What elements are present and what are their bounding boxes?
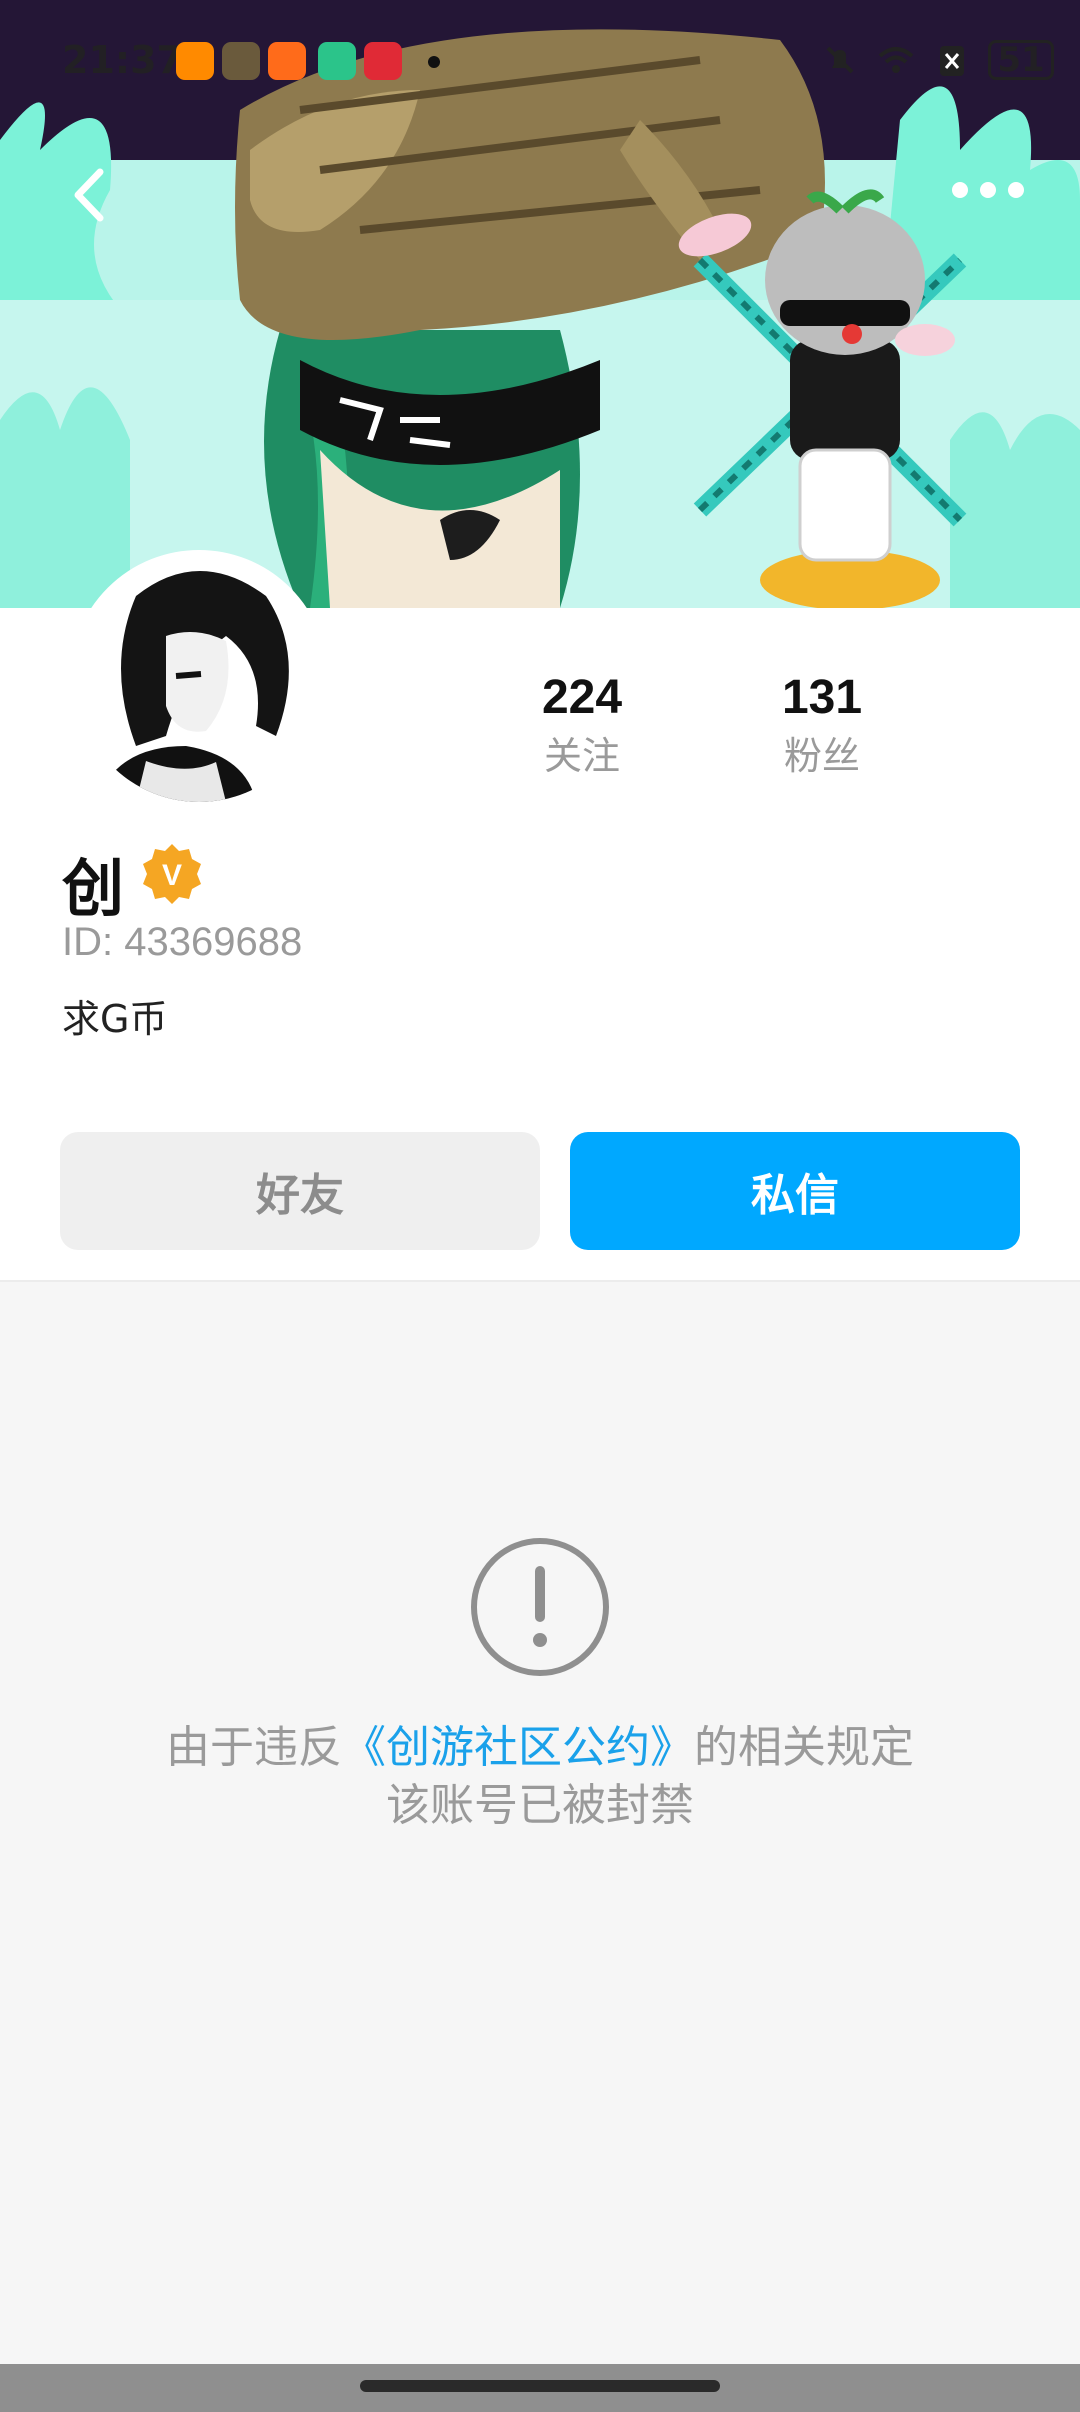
message-button-label: 私信 [751, 1170, 839, 1221]
more-dots-icon [952, 182, 1024, 198]
ban-notice-line2: 该账号已被封禁 [386, 1780, 694, 1831]
status-time: 21:37 [62, 38, 183, 82]
notification-dot-icon [428, 56, 440, 68]
message-button[interactable]: 私信 [570, 1132, 1020, 1250]
following-count: 224 [541, 671, 623, 724]
ban-notice-prefix: 由于违反 [166, 1722, 342, 1773]
friend-button-label: 好友 [256, 1170, 344, 1221]
chevron-left-icon [74, 168, 104, 222]
back-button[interactable] [56, 160, 126, 230]
app-icon-1 [176, 42, 214, 80]
mute-icon [826, 46, 854, 74]
friend-button[interactable]: 好友 [60, 1132, 540, 1250]
community-rules-link[interactable]: 《创游社区公约》 [342, 1722, 694, 1773]
app-icon-4 [318, 42, 356, 80]
battery-level: 51 [997, 40, 1045, 80]
status-bar: 21:37 51 [0, 0, 1080, 120]
following-stat[interactable]: 224 关注 [482, 668, 682, 784]
verified-badge-icon: V [140, 842, 204, 906]
verified-badge-letter: V [162, 859, 182, 892]
more-button[interactable] [950, 170, 1026, 210]
bio: 求G币 [62, 997, 168, 1041]
home-indicator[interactable] [360, 2380, 720, 2392]
wifi-icon [878, 47, 914, 73]
status-right-group: 51 [820, 38, 1054, 82]
app-icon-3 [268, 42, 306, 80]
app-icon-2 [222, 42, 260, 80]
avatar-image [76, 556, 322, 802]
username: 创 [62, 852, 125, 925]
warning-icon [469, 1536, 611, 1678]
ban-notice-suffix: 的相关规定 [694, 1722, 914, 1773]
battery-icon: 51 [988, 40, 1054, 80]
avatar[interactable] [70, 550, 328, 808]
followers-label: 粉丝 [783, 734, 860, 778]
followers-count: 131 [781, 671, 863, 724]
app-icon-5 [364, 42, 402, 80]
sim-x-icon [940, 46, 964, 76]
followers-stat[interactable]: 131 粉丝 [722, 668, 922, 784]
following-label: 关注 [543, 734, 620, 778]
user-id: ID: 43369688 [62, 920, 303, 964]
ban-notice-line1: 由于违反《创游社区公约》的相关规定 [0, 1718, 1080, 1778]
